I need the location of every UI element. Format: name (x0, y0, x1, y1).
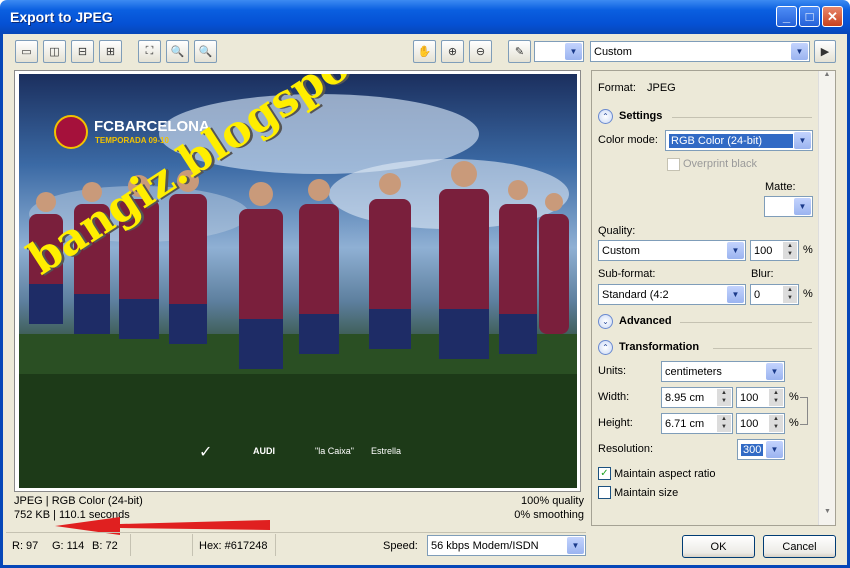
units-select[interactable]: centimeters ▼ (661, 361, 785, 382)
blur-input[interactable]: 0 ▲ ▼ (750, 284, 799, 305)
readout-g: G: 114 (52, 540, 85, 552)
width-percent-input[interactable]: 100 ▲ ▼ (736, 387, 785, 408)
chevron-down-icon: ▼ (794, 198, 811, 215)
maintain-aspect-label: Maintain aspect ratio (614, 468, 716, 480)
scroll-up-icon[interactable]: ▲ (819, 71, 835, 88)
width-spinner[interactable]: ▲ ▼ (717, 389, 731, 406)
height-spinner[interactable]: ▲ ▼ (717, 415, 731, 432)
section-divider (680, 322, 812, 323)
section-divider (713, 348, 812, 349)
width-input[interactable]: 8.95 cm ▲ ▼ (661, 387, 733, 408)
color-mode-value: RGB Color (24-bit) (669, 133, 793, 148)
height-percent-spinner[interactable]: ▲ ▼ (769, 415, 783, 432)
percent-sign: % (803, 244, 813, 256)
width-label: Width: (598, 391, 630, 403)
cancel-button[interactable]: Cancel (763, 535, 836, 558)
quality-percent-value: 100 (754, 244, 773, 257)
quality-select[interactable]: Custom ▼ (598, 240, 746, 261)
scroll-down-icon[interactable]: ▼ (819, 508, 836, 525)
blur-value: 0 (754, 288, 761, 301)
resolution-label: Resolution: (598, 443, 654, 455)
format-value: JPEG (647, 82, 676, 94)
section-divider (672, 117, 812, 118)
maintain-size-checkbox[interactable] (598, 486, 611, 499)
status-separator (192, 534, 193, 556)
speed-label: Speed: (383, 540, 418, 552)
settings-section-title[interactable]: Settings (619, 110, 662, 122)
units-value: centimeters (665, 365, 722, 378)
proportion-link-bracket (800, 397, 808, 425)
quality-percent-input[interactable]: 100 ▲ ▼ (750, 240, 799, 261)
readout-hex: Hex: #617248 (199, 540, 268, 552)
readout-b: B: 72 (92, 540, 118, 552)
chevron-down-icon: ▼ (727, 242, 744, 259)
matte-label: Matte: (765, 181, 796, 193)
chevron-down-icon: ▼ (794, 132, 811, 149)
readout-r: R: 97 (12, 540, 39, 552)
height-label: Height: (598, 417, 633, 429)
quality-label: Quality: (598, 225, 636, 237)
maintain-aspect-checkbox[interactable]: ✓ (598, 467, 611, 480)
resolution-select[interactable]: 300 ▼ (737, 439, 785, 460)
subformat-value: Standard (4:2 (602, 288, 669, 301)
overprint-black-checkbox[interactable] (667, 158, 680, 171)
chevron-down-icon: ▼ (567, 537, 584, 554)
percent-sign: % (803, 288, 813, 300)
color-mode-label: Color mode: (598, 134, 658, 146)
status-separator (275, 534, 276, 556)
percent-sign: % (789, 391, 799, 403)
collapse-settings-icon[interactable]: ⌃ (598, 109, 613, 124)
status-separator (130, 534, 131, 556)
height-percent-input[interactable]: 100 ▲ ▼ (736, 413, 785, 434)
advanced-section-title[interactable]: Advanced (619, 315, 672, 327)
color-mode-select[interactable]: RGB Color (24-bit) ▼ (665, 130, 813, 151)
speed-select[interactable]: 56 kbps Modem/ISDN ▼ (427, 535, 586, 556)
speed-value: 56 kbps Modem/ISDN (431, 539, 539, 552)
height-value: 6.71 cm (665, 417, 705, 430)
resolution-value: 300 (741, 443, 764, 456)
width-percent-spinner[interactable]: ▲ ▼ (769, 389, 783, 406)
quality-value: Custom (602, 244, 640, 257)
subformat-label: Sub-format: (598, 268, 656, 280)
blur-label: Blur: (751, 268, 774, 280)
overprint-black-label: Overprint black (683, 158, 757, 170)
status-divider (6, 532, 586, 533)
ok-button[interactable]: OK (682, 535, 755, 558)
maintain-size-label: Maintain size (614, 487, 679, 499)
collapse-transformation-icon[interactable]: ⌃ (598, 340, 613, 355)
chevron-down-icon: ▼ (727, 286, 744, 303)
transformation-section-title[interactable]: Transformation (619, 341, 699, 353)
width-value: 8.95 cm (665, 391, 705, 404)
height-input[interactable]: 6.71 cm ▲ ▼ (661, 413, 733, 434)
chevron-down-icon: ▼ (766, 441, 783, 458)
expand-advanced-icon[interactable]: ⌄ (598, 314, 613, 329)
width-percent-value: 100 (740, 391, 759, 404)
quality-spinner[interactable]: ▲ ▼ (783, 242, 797, 259)
blur-spinner[interactable]: ▲ ▼ (783, 286, 797, 303)
percent-sign: % (789, 417, 799, 429)
units-label: Units: (598, 365, 627, 377)
matte-select[interactable]: ▼ (764, 196, 813, 217)
format-label: Format: (598, 82, 636, 94)
subformat-select[interactable]: Standard (4:2 ▼ (598, 284, 746, 305)
chevron-down-icon: ▼ (766, 363, 783, 380)
height-percent-value: 100 (740, 417, 759, 430)
panel-scrollbar[interactable]: ▲ ▼ (818, 71, 835, 525)
